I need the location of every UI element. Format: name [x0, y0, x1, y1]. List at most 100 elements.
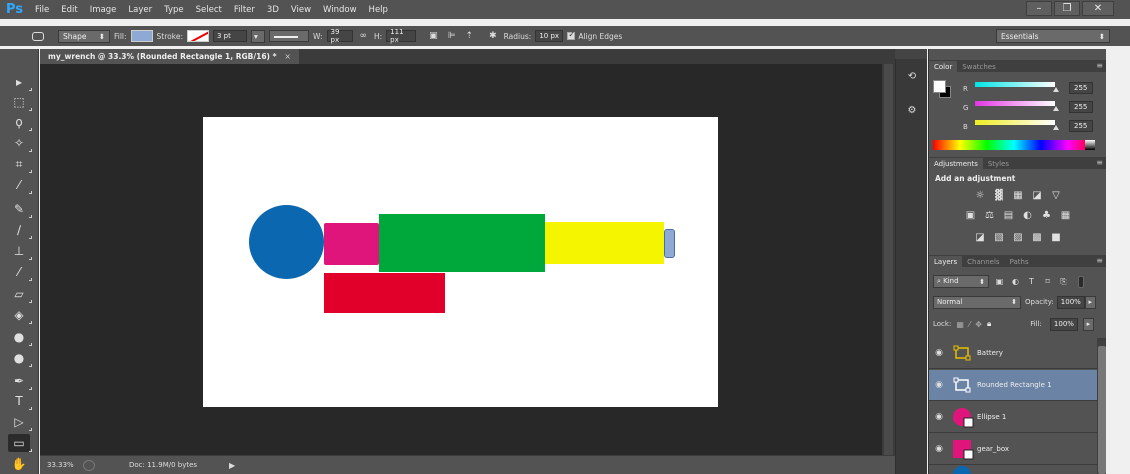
type-tool-icon[interactable]: T	[8, 392, 32, 410]
stroke-type-dropdown[interactable]	[268, 30, 309, 42]
radius-input[interactable]: 10 px	[535, 30, 564, 42]
eraser-tool-icon[interactable]: ▱	[8, 285, 32, 303]
lock-all-icon[interactable]: 🔒︎	[987, 319, 991, 329]
opacity-input[interactable]: 100%	[1056, 295, 1085, 309]
menu-help[interactable]: Help	[363, 5, 394, 15]
info-icon[interactable]	[83, 459, 95, 471]
type-filter-icon[interactable]: T	[1026, 277, 1037, 286]
hue-saturation-icon[interactable]: ▣	[964, 210, 977, 221]
gradient-map-icon[interactable]: ▩	[1031, 232, 1044, 243]
black-white-icon[interactable]: ▤	[1002, 210, 1015, 221]
path-alignment-icon[interactable]: ⊫	[445, 31, 459, 41]
pen-tool-icon[interactable]: ✒	[8, 372, 32, 390]
width-input[interactable]: 39 px	[326, 28, 353, 44]
clone-stamp-tool-icon[interactable]: ⊥	[8, 242, 32, 260]
lock-position-icon[interactable]: ✥	[975, 320, 982, 329]
close-icon[interactable]: ×	[285, 52, 291, 61]
photo-filter-icon[interactable]: ◐	[1021, 210, 1034, 221]
invert-icon[interactable]: ◪	[974, 232, 987, 243]
properties-icon[interactable]: ⚙	[904, 103, 920, 117]
menu-view[interactable]: View	[285, 5, 317, 15]
fill-slider-arrow[interactable]: ▸	[1082, 317, 1094, 331]
tab-adjustments[interactable]: Adjustments	[929, 158, 983, 169]
brush-tool-icon[interactable]: ∕	[8, 221, 32, 239]
layer-row[interactable]: ◉ Battery	[929, 338, 1097, 369]
menu-window[interactable]: Window	[317, 5, 363, 15]
lock-pixels-icon[interactable]: ⁄	[969, 320, 970, 329]
layer-row[interactable]: ◉ gear_box	[929, 434, 1097, 465]
filter-kind-dropdown[interactable]: ⌕ Kind ⬍	[933, 275, 989, 288]
panel-menu-icon[interactable]: ≡	[1096, 61, 1103, 70]
color-spectrum-ramp[interactable]	[933, 140, 1095, 150]
yellow-rectangle-shape[interactable]	[545, 222, 664, 264]
red-slider-handle[interactable]	[1053, 87, 1059, 92]
green-slider-handle[interactable]	[1053, 106, 1059, 111]
stroke-width-dropdown[interactable]: ▾	[250, 29, 265, 43]
vibrance-icon[interactable]: ▽	[1050, 190, 1063, 201]
collapsed-panel-header[interactable]	[895, 49, 927, 59]
layer-row-selected[interactable]: ◉ Rounded Rectangle 1	[929, 370, 1097, 401]
layer-row[interactable]: ◉ Ellipse 1	[929, 402, 1097, 433]
stroke-swatch[interactable]	[186, 30, 209, 42]
brightness-contrast-icon[interactable]: ☼	[974, 190, 987, 201]
visibility-eye-icon[interactable]: ◉	[929, 444, 949, 454]
green-channel-slider[interactable]	[975, 101, 1055, 106]
tab-styles[interactable]: Styles	[983, 158, 1014, 169]
crop-tool-icon[interactable]: ⌗	[8, 155, 32, 173]
posterize-icon[interactable]: ▧	[993, 232, 1006, 243]
menu-image[interactable]: Image	[84, 5, 123, 15]
ellipse-shape[interactable]	[249, 205, 324, 279]
eyedropper-tool-icon[interactable]: ⁄	[8, 176, 32, 194]
visibility-eye-icon[interactable]: ◉	[929, 348, 949, 358]
smart-object-filter-icon[interactable]: ⎘	[1058, 277, 1069, 287]
blur-tool-icon[interactable]: ●	[8, 328, 32, 346]
move-tool-icon[interactable]: ▸	[8, 73, 32, 91]
rectangle-tool-icon[interactable]: ▭	[8, 434, 32, 452]
menu-edit[interactable]: Edit	[55, 5, 83, 15]
magic-wand-tool-icon[interactable]: ✧	[8, 134, 32, 152]
filter-toggle[interactable]	[1078, 275, 1084, 288]
panel-menu-icon[interactable]: ≡	[1096, 158, 1103, 167]
paint-bucket-tool-icon[interactable]: ◈	[8, 306, 32, 324]
tab-color[interactable]: Color	[929, 61, 958, 72]
curves-icon[interactable]: ▦	[1012, 190, 1025, 201]
channel-mixer-icon[interactable]: ♣	[1040, 210, 1053, 221]
selective-color-icon[interactable]: ■	[1050, 232, 1063, 243]
zoom-level[interactable]: 33.33%	[47, 461, 77, 469]
blend-mode-dropdown[interactable]: Normal ⬍	[933, 295, 1021, 309]
menu-layer[interactable]: Layer	[122, 5, 158, 15]
pixel-filter-icon[interactable]: ▣	[994, 277, 1005, 286]
levels-icon[interactable]: ▓	[993, 190, 1006, 201]
fill-swatch[interactable]	[130, 30, 153, 42]
tab-paths[interactable]: Paths	[1005, 256, 1034, 267]
blue-channel-slider[interactable]	[975, 120, 1055, 125]
link-icon[interactable]: ∞	[357, 31, 371, 41]
path-arrangement-icon[interactable]: ⇡	[463, 31, 477, 41]
height-input[interactable]: 111 px	[386, 28, 417, 44]
lasso-tool-icon[interactable]: ϙ	[8, 113, 32, 131]
gear-icon[interactable]: ✱	[486, 31, 500, 41]
marquee-tool-icon[interactable]: ⬚	[8, 93, 32, 111]
fill-input[interactable]: 100%	[1049, 317, 1078, 331]
workspace-dropdown[interactable]: Essentials ⬍	[996, 29, 1110, 43]
vertical-scrollbar[interactable]	[882, 64, 895, 455]
menu-file[interactable]: File	[29, 5, 55, 15]
tab-layers[interactable]: Layers	[929, 256, 963, 267]
menu-filter[interactable]: Filter	[228, 5, 261, 15]
exposure-icon[interactable]: ◪	[1031, 190, 1044, 201]
document-tab[interactable]: my_wrench @ 33.3% (Rounded Rectangle 1, …	[40, 49, 299, 64]
opacity-slider-arrow[interactable]: ▸	[1084, 295, 1096, 309]
dodge-tool-icon[interactable]: ●	[8, 349, 32, 367]
path-selection-tool-icon[interactable]: ▷	[8, 413, 32, 431]
threshold-icon[interactable]: ▨	[1012, 232, 1025, 243]
minimize-button[interactable]: –	[1026, 1, 1052, 16]
handle-rounded-rectangle-shape[interactable]	[664, 229, 675, 258]
menu-3d[interactable]: 3D	[261, 5, 285, 15]
visibility-eye-icon[interactable]: ◉	[929, 412, 949, 422]
red-channel-slider[interactable]	[975, 82, 1055, 87]
stroke-width-input[interactable]: 3 pt	[212, 30, 247, 42]
red-rectangle-shape[interactable]	[324, 273, 445, 313]
path-operations-icon[interactable]: ▣	[426, 31, 441, 41]
green-channel-value[interactable]: 255	[1069, 101, 1093, 113]
green-rectangle-shape[interactable]	[379, 214, 545, 272]
